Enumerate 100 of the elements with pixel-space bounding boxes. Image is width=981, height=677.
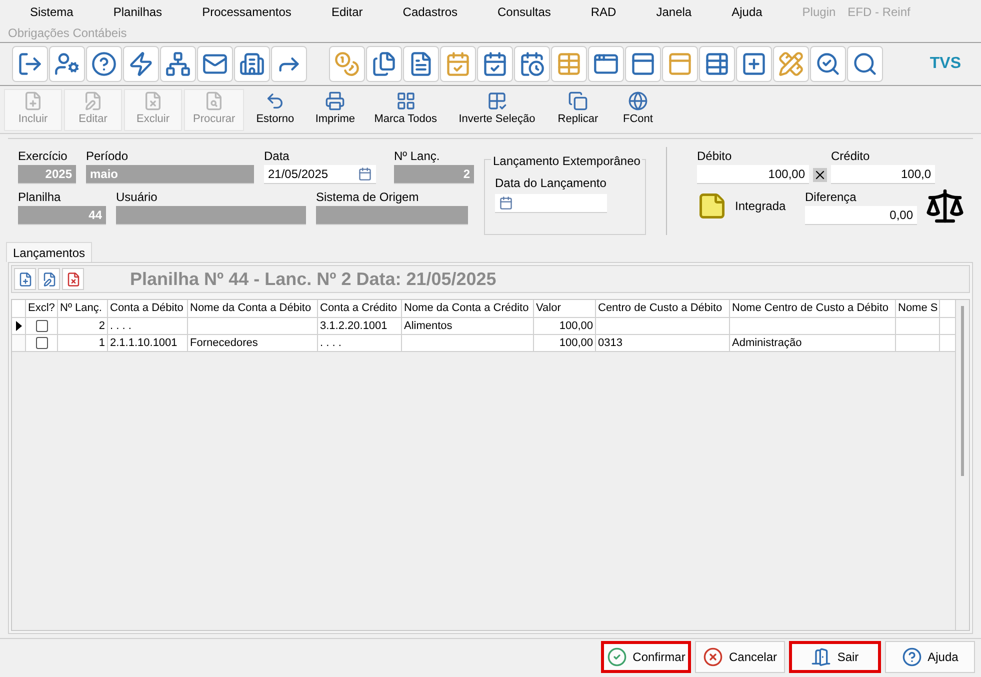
windows-button[interactable] (588, 46, 624, 82)
table-cell-text: . . . . (320, 336, 342, 351)
field-label: Data (264, 148, 290, 165)
help-button[interactable]: Ajuda (885, 640, 975, 672)
column-header[interactable]: Nome Centro de Custo a Débito (730, 300, 896, 317)
grid-icon (396, 91, 416, 112)
exit-button[interactable]: Sair (789, 640, 881, 672)
coins-icon (334, 51, 360, 77)
search-document-icon (204, 91, 224, 112)
documents-button[interactable] (366, 46, 402, 82)
column-header[interactable]: Valor (534, 300, 596, 317)
calendar-icon (358, 167, 372, 181)
column-header[interactable]: Nome da Conta a Crédito (402, 300, 534, 317)
windows-icon (630, 51, 656, 77)
menu-item[interactable]: Planilhas (113, 3, 162, 21)
grid-check-icon (486, 91, 507, 112)
field-label: Nº Lanç. (394, 148, 441, 165)
add-document-icon (18, 272, 32, 286)
table-cell-text: 0313 (598, 336, 622, 351)
field-label: Sistema de Origem (316, 189, 420, 206)
subtitle: Obrigações Contábeis (7, 25, 128, 42)
check-icon (606, 646, 627, 666)
document-button[interactable] (403, 46, 439, 82)
toolbar-button[interactable]: Inverte Seleção (446, 88, 547, 130)
exit-icon (811, 646, 832, 666)
menu-item[interactable]: Processamentos (202, 3, 292, 21)
column-header[interactable]: Nº Lanç. (58, 300, 108, 317)
add-document-button[interactable] (14, 268, 36, 290)
globe-icon (628, 91, 648, 112)
menu-item[interactable]: RAD (590, 3, 616, 21)
exit-button[interactable] (12, 46, 48, 82)
menu-item[interactable]: Editar (331, 3, 363, 21)
grid-title: Planilha Nº 44 - Lanc. Nº 2 Data: 21/05/2025 (130, 268, 496, 290)
toolbar-button[interactable]: Imprime (306, 88, 364, 130)
close-icon[interactable] (813, 168, 827, 182)
calendar-check-button[interactable] (440, 46, 476, 82)
menu-item[interactable]: Ajuda (732, 3, 762, 21)
input-field[interactable] (116, 206, 306, 225)
building-icon (239, 51, 265, 77)
field-label: Diferença (805, 188, 858, 206)
delete-document-button[interactable] (62, 268, 84, 290)
hierarchy-button[interactable] (160, 46, 196, 82)
table-cell-text: 2 (98, 318, 105, 334)
table-cell-text: . . . . (110, 318, 132, 334)
calendar-check-icon (482, 51, 508, 77)
copy-icon (568, 91, 588, 112)
input-field[interactable]: 100,0 (831, 165, 935, 184)
documents-icon (371, 51, 397, 77)
input-field[interactable]: 100,00 (697, 165, 809, 184)
column-header[interactable]: Conta a Débito (108, 300, 188, 317)
hierarchy-icon (165, 51, 191, 77)
checkbox[interactable] (36, 320, 48, 332)
tab[interactable]: Lançamentos (6, 242, 92, 262)
envelope-button[interactable] (197, 46, 233, 82)
field-label: Período (86, 148, 130, 165)
table-cell-text: 1 (98, 336, 105, 351)
menu-item[interactable]: Sistema (30, 3, 74, 21)
checkbox[interactable] (36, 337, 48, 349)
table-icon (556, 51, 582, 77)
column-header[interactable]: Centro de Custo a Débito (596, 300, 730, 317)
integrada-label: Integrada (735, 198, 787, 215)
field-label: Usuário (116, 189, 158, 206)
calendar-button[interactable] (514, 46, 550, 82)
input-field[interactable]: 21/05/2025 (264, 165, 376, 184)
table-cell-text: Alimentos (404, 318, 452, 334)
confirm-button[interactable]: Confirmar (601, 640, 691, 672)
calendar-check-button[interactable] (477, 46, 513, 82)
building-button[interactable] (234, 46, 270, 82)
toolbar-button[interactable]: Estorno (246, 88, 304, 130)
delete-document-icon (143, 91, 163, 112)
column-header[interactable]: Excl? (26, 300, 58, 317)
menu-item[interactable]: Janela (656, 3, 692, 21)
windows-button[interactable] (625, 46, 661, 82)
delete-document-icon (66, 272, 80, 286)
input-field[interactable]: 0,00 (805, 206, 917, 224)
help-button[interactable] (86, 46, 122, 82)
toolbar-button[interactable]: FCont (608, 88, 667, 130)
column-header[interactable]: Nome S (896, 300, 940, 317)
cancel-button[interactable]: Cancelar (695, 640, 785, 672)
table-cell-text: 100,00 (559, 336, 593, 351)
field-label: Exercício (18, 148, 68, 165)
edit-document-icon (83, 91, 103, 112)
column-header[interactable]: Nome da Conta a Débito (188, 300, 318, 317)
column-header[interactable]: Conta a Crédito (318, 300, 402, 317)
exit-icon (17, 51, 43, 77)
table-cell-text: Administração (732, 336, 802, 351)
lightning-icon (128, 51, 154, 77)
input-field[interactable] (495, 194, 607, 213)
menu-item[interactable]: Cadastros (402, 3, 458, 21)
lightning-button[interactable] (123, 46, 159, 82)
field-label: Crédito (831, 148, 871, 165)
toolbar-button[interactable]: Replicar (548, 88, 607, 130)
field-label: Débito (697, 148, 733, 165)
toolbar-button[interactable]: Marca Todos (366, 88, 445, 130)
table-cell-text: 3.1.2.20.1001 (320, 318, 388, 334)
edit-document-button[interactable] (38, 268, 60, 290)
menu-item[interactable]: Consultas (498, 3, 551, 21)
field-label: Planilha (18, 189, 62, 206)
help-icon (91, 51, 117, 77)
input-field[interactable] (316, 206, 468, 225)
